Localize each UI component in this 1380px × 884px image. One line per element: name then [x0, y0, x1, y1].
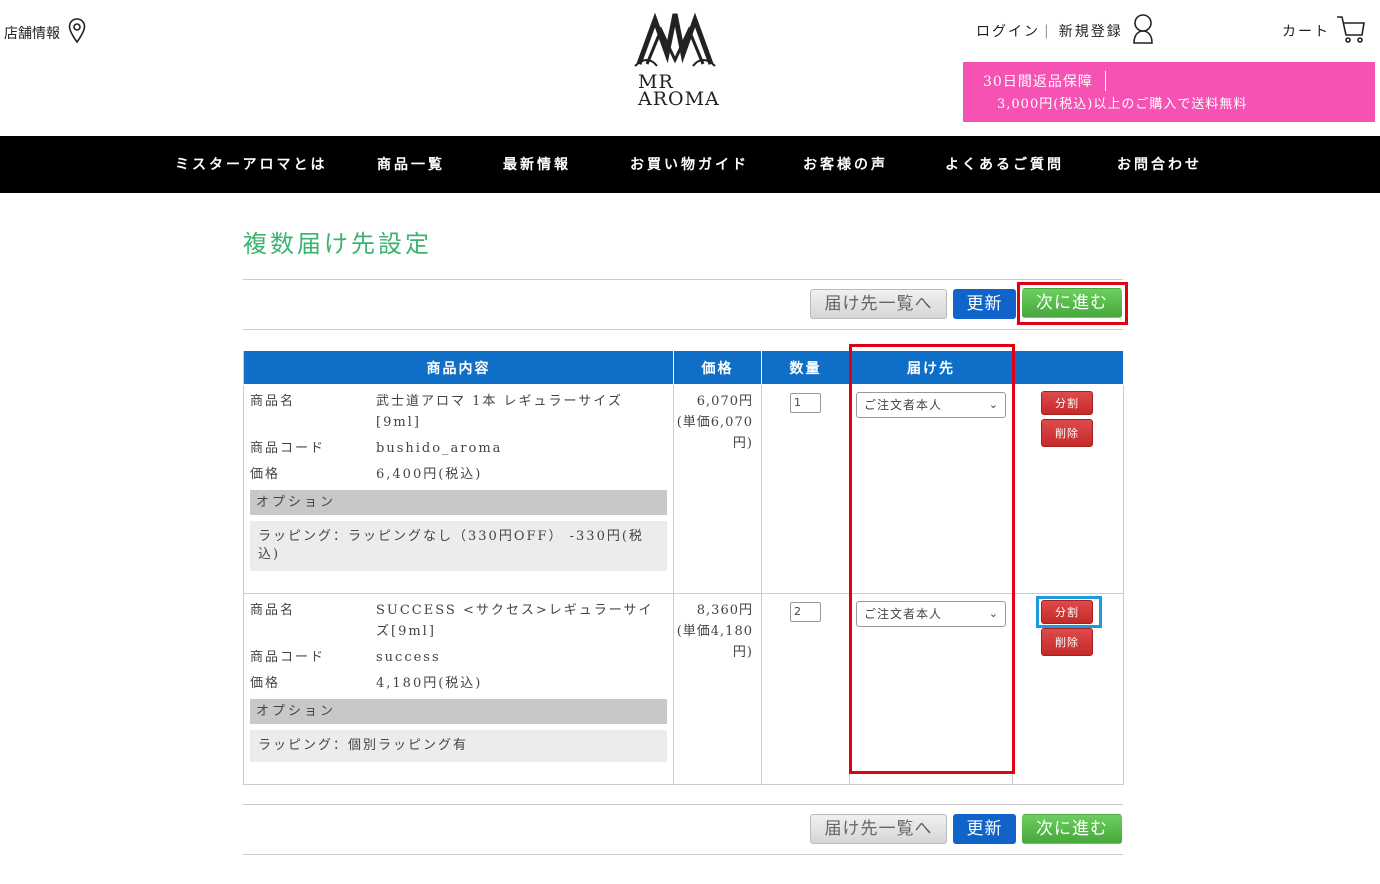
line-subtotal: 6,070円	[696, 394, 753, 409]
option-header: オプション	[250, 490, 667, 515]
divider-top	[243, 279, 1123, 280]
nav-item-faq[interactable]: よくあるご質問	[945, 154, 1064, 174]
nav-item-products[interactable]: 商品一覧	[377, 154, 445, 174]
quantity-input[interactable]: 2	[790, 602, 821, 622]
product-code: success	[376, 650, 441, 665]
login-link[interactable]: ログイン	[976, 21, 1040, 41]
address-list-button-bottom[interactable]: 届け先一覧へ	[810, 814, 947, 844]
promo-return-guarantee: 30日間返品保障	[983, 74, 1093, 90]
label-product-name: 商品名	[250, 603, 296, 618]
label-product-name: 商品名	[250, 394, 296, 409]
promo-banner: 30日間返品保障 3,000円(税込)以上のご購入で送料無料	[963, 62, 1375, 122]
quantity-input[interactable]: 1	[790, 393, 821, 413]
product-price: 6,400円(税込)	[376, 467, 483, 482]
store-info-label: 店舗情報	[4, 26, 60, 42]
nav-item-about[interactable]: ミスターアロマとは	[175, 154, 327, 174]
unit-price: (単価6,070円)	[676, 415, 753, 451]
option-value: ラッピング：ラッピングなし（330円OFF） -330円(税込)	[250, 521, 667, 571]
address-list-button-top[interactable]: 届け先一覧へ	[810, 289, 947, 319]
header-divider: |	[1044, 23, 1051, 39]
delete-button[interactable]: 削除	[1041, 628, 1093, 656]
delete-button[interactable]: 削除	[1041, 419, 1093, 447]
product-name: 武士道アロマ 1本 レギュラーサイズ[9ml]	[376, 394, 623, 430]
update-button-bottom[interactable]: 更新	[953, 814, 1016, 844]
nav-item-shopping-guide[interactable]: お買い物ガイド	[630, 154, 749, 174]
update-button-top[interactable]: 更新	[953, 289, 1016, 319]
site-logo[interactable]: MR AROMA	[630, 8, 720, 110]
main-nav: ミスターアロマとは 商品一覧 最新情報 お買い物ガイド お客様の声 よくあるご質…	[0, 136, 1380, 193]
logo-mark-icon	[634, 12, 716, 67]
highlight-destination-column	[849, 344, 1015, 774]
highlight-split-button	[1036, 596, 1102, 628]
label-product-code: 商品コード	[250, 441, 326, 456]
option-header: オプション	[250, 699, 667, 724]
col-header-price: 価格	[673, 350, 762, 385]
highlight-next-button	[1017, 282, 1128, 325]
promo-divider	[1104, 71, 1106, 91]
divider-top-bottom	[243, 329, 1123, 330]
product-price: 4,180円(税込)	[376, 676, 483, 691]
option-value: ラッピング：個別ラッピング有	[250, 730, 667, 762]
cart-label: カート	[1282, 24, 1330, 40]
logo-text-line2: AROMA	[638, 88, 720, 110]
user-icon[interactable]	[1131, 14, 1155, 48]
label-product-code: 商品コード	[250, 650, 326, 665]
cart-link[interactable]: カート	[1282, 14, 1366, 48]
location-pin-icon	[68, 18, 86, 48]
next-button-bottom[interactable]: 次に進む	[1022, 814, 1122, 844]
register-link[interactable]: 新規登録	[1059, 21, 1123, 41]
unit-price: (単価4,180円)	[676, 624, 753, 660]
promo-free-shipping: 3,000円(税込)以上のご購入で送料無料	[997, 97, 1248, 112]
divider-bottom-top	[243, 804, 1123, 805]
line-subtotal: 8,360円	[696, 603, 753, 618]
product-name: SUCCESS <サクセス>レギュラーサイズ[9ml]	[376, 603, 654, 639]
label-product-price: 価格	[250, 676, 281, 691]
col-header-product: 商品内容	[243, 350, 674, 385]
nav-item-reviews[interactable]: お客様の声	[803, 154, 888, 174]
page-title: 複数届け先設定	[243, 230, 432, 258]
store-info-link[interactable]: 店舗情報	[4, 18, 86, 48]
split-button[interactable]: 分割	[1041, 391, 1093, 415]
divider-bottom	[243, 854, 1123, 855]
col-header-actions	[1012, 350, 1124, 385]
col-header-quantity: 数量	[761, 350, 850, 385]
label-product-price: 価格	[250, 467, 281, 482]
nav-item-contact[interactable]: お問合わせ	[1117, 154, 1202, 174]
nav-item-news[interactable]: 最新情報	[503, 154, 571, 174]
product-code: bushido_aroma	[376, 441, 503, 456]
cart-icon	[1336, 14, 1366, 48]
